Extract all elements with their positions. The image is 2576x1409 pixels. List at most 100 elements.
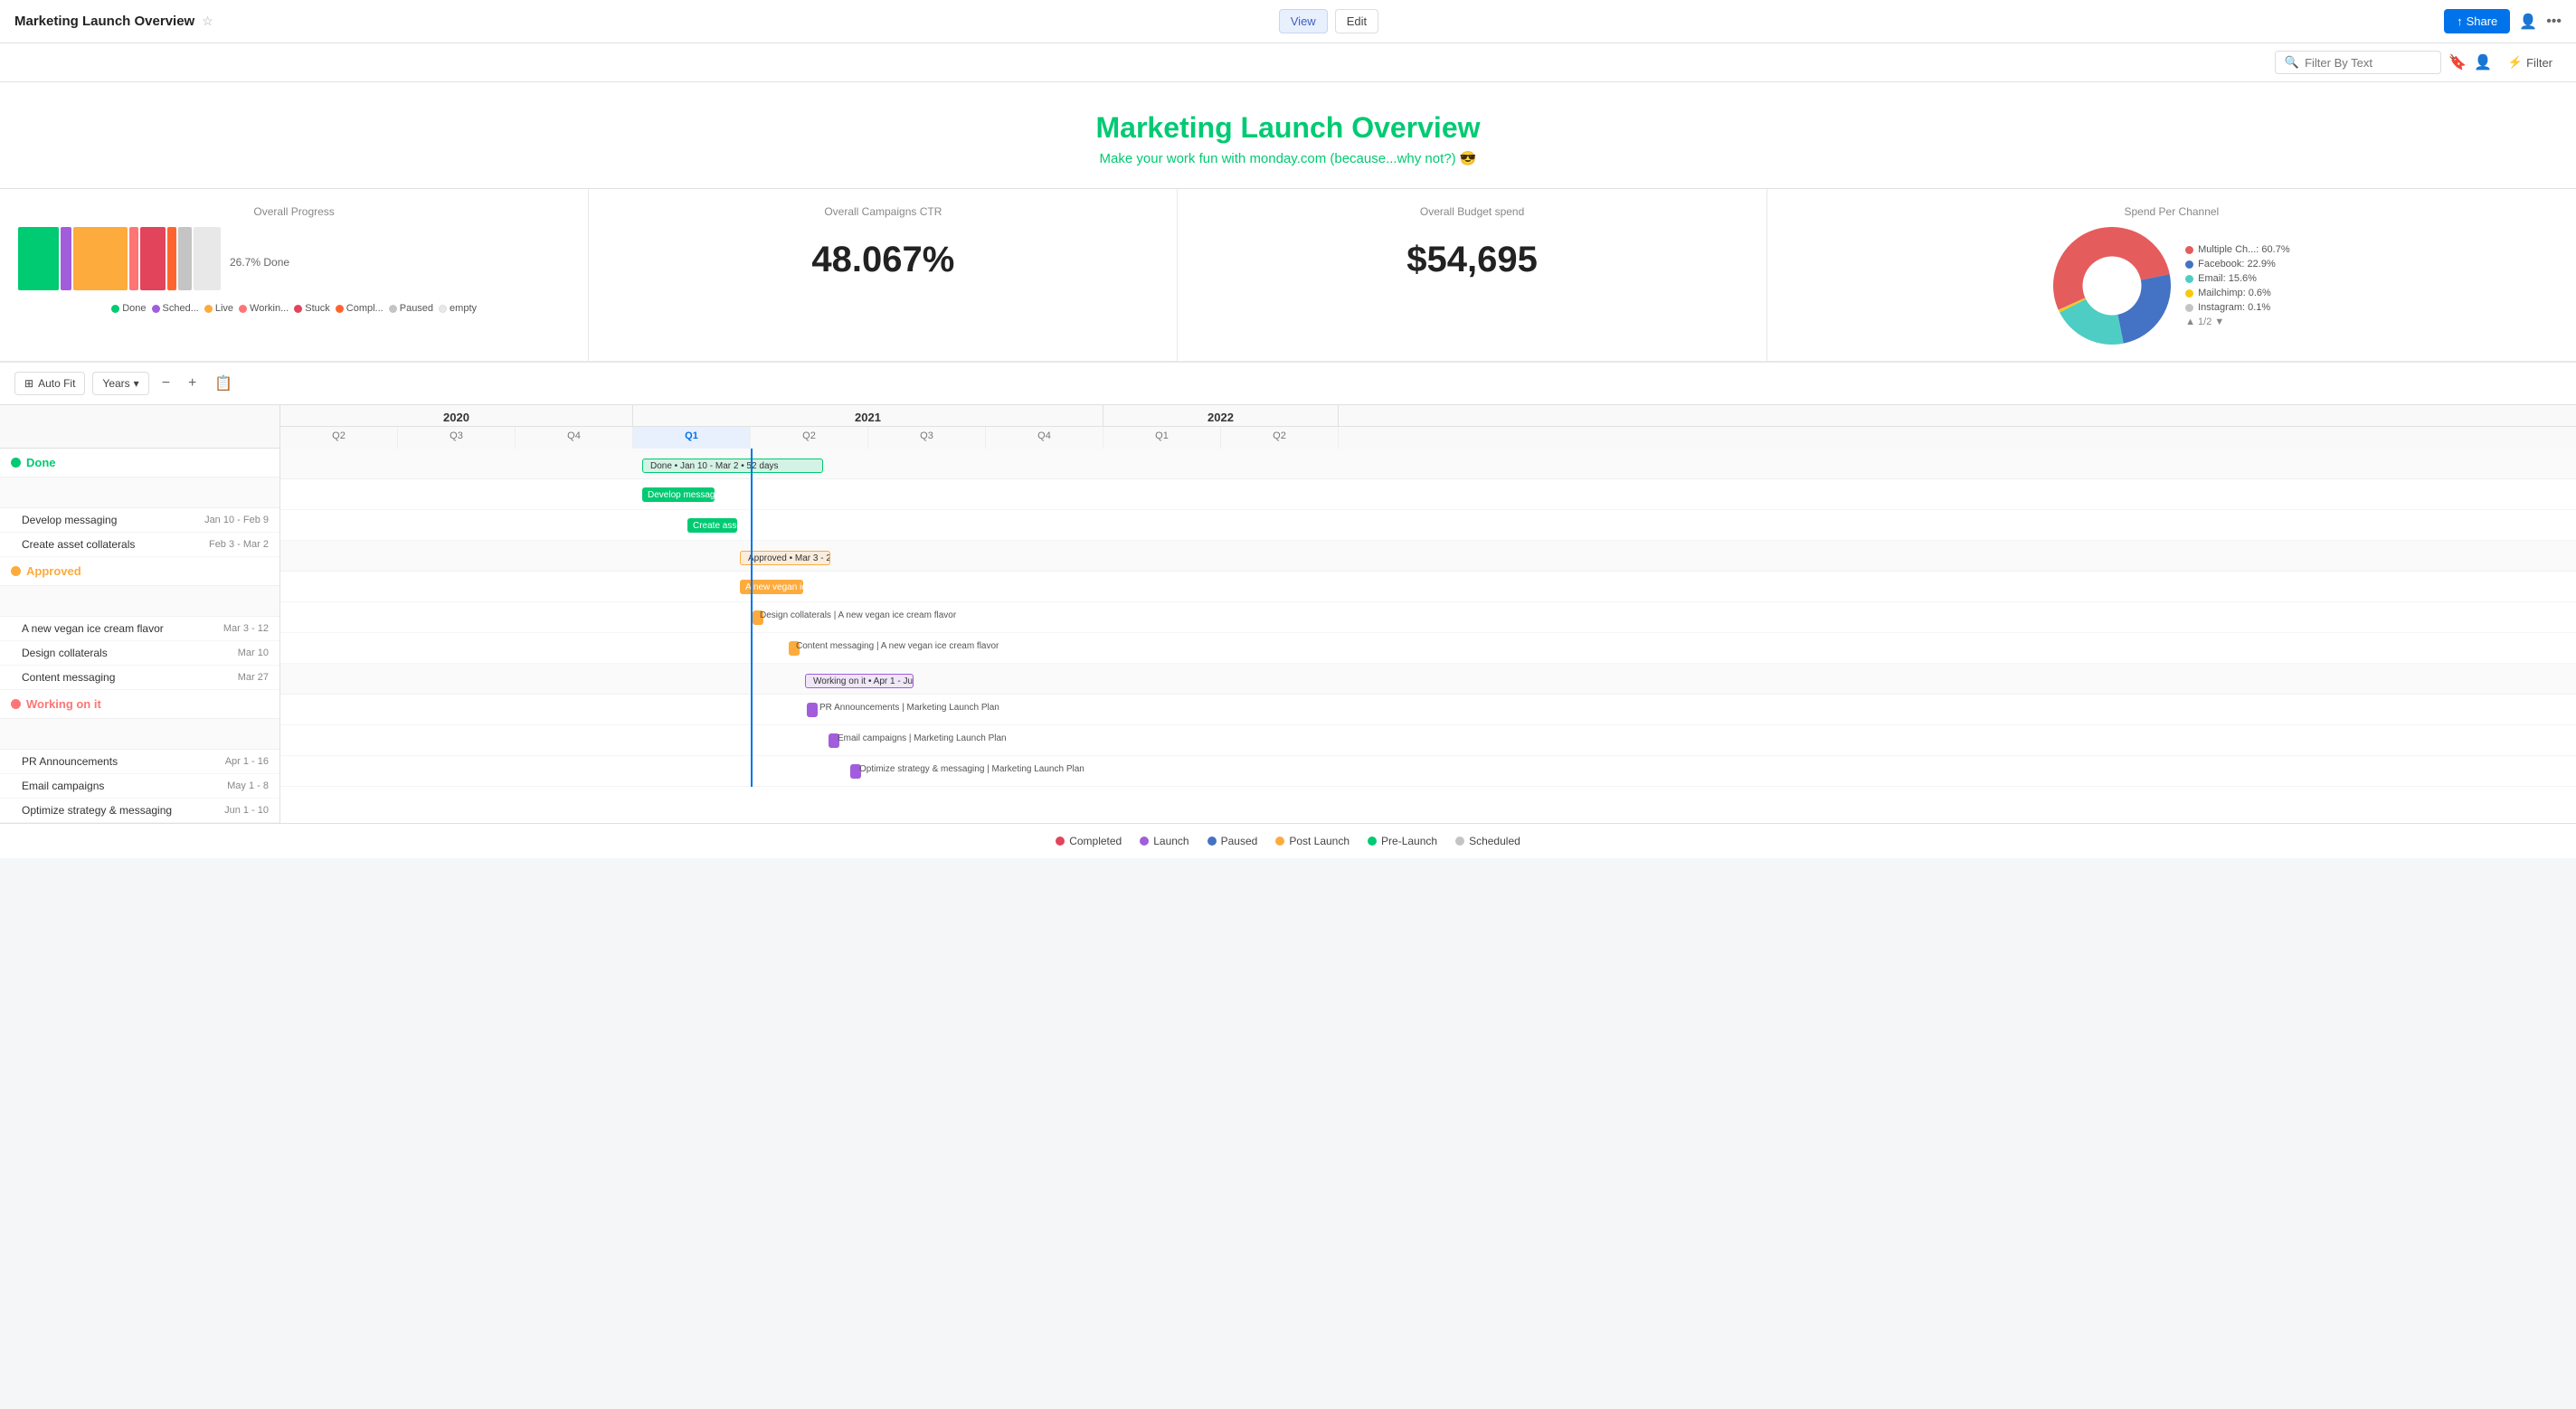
zoom-in-button[interactable]: + — [183, 374, 202, 393]
gantt-row-create-asset: Create asset collaterals Feb 3 - Mar 2 — [0, 533, 279, 557]
legend-multiple-ch: Multiple Ch...: 60.7% — [2185, 244, 2290, 255]
gantt-year-row: 2020 2021 2022 — [280, 405, 2576, 427]
legend-paused: Paused — [389, 303, 433, 314]
search-icon: 🔍 — [2285, 55, 2299, 70]
legend-dot-done — [111, 305, 119, 313]
gantt-group-working: Working on it — [0, 690, 279, 719]
legend-dot-mailchimp — [2185, 289, 2193, 298]
year-2021: 2021 — [633, 405, 1103, 426]
spend-per-channel-widget: Spend Per Channel — [1767, 189, 2576, 361]
pie-legend: Multiple Ch...: 60.7% Facebook: 22.9% Em… — [2185, 244, 2290, 327]
dot-launch — [1140, 837, 1149, 846]
legend-sched: Sched... — [152, 303, 199, 314]
year-2020: 2020 — [280, 405, 633, 426]
top-bar-center: View Edit — [1279, 9, 1378, 33]
dot-post-launch — [1275, 837, 1284, 846]
prog-bar-live — [73, 227, 128, 290]
gantt-row-develop-messaging: Develop messaging Jan 10 - Feb 9 — [0, 508, 279, 533]
bar-label-pr: PR Announcements | Marketing Launch Plan — [819, 703, 999, 713]
autofit-icon: ⊞ — [24, 377, 33, 390]
pie-pagination[interactable]: ▲ 1/2 ▼ — [2185, 317, 2290, 327]
zoom-out-button[interactable]: − — [156, 374, 175, 393]
gantt-left-panel: Done Develop messaging Jan 10 - Feb 9 Cr… — [0, 405, 280, 823]
legend-dot-sched — [152, 305, 160, 313]
q2-2020: Q2 — [280, 427, 398, 449]
edit-button[interactable]: Edit — [1335, 9, 1378, 33]
legend-dot-workin — [239, 305, 247, 313]
legend-workin: Workin... — [239, 303, 289, 314]
legend-facebook: Facebook: 22.9% — [2185, 259, 2290, 270]
share-button[interactable]: ↑ Share — [2444, 9, 2510, 33]
q4-2020: Q4 — [516, 427, 633, 449]
legend-dot-empty — [439, 305, 447, 313]
gantt-toolbar: ⊞ Auto Fit Years ▾ − + 📋 — [0, 363, 2576, 405]
gantt-working-group-row: Working on it • Apr 1 - Jun 10 • 71 days — [280, 664, 2576, 695]
prog-bar-compl — [167, 227, 176, 290]
user-icon[interactable]: 👤 — [2519, 13, 2537, 31]
gantt-bar-develop-messaging: Develop messaging | Marketing Launch Pla… — [280, 479, 2576, 510]
budget-spend-title: Overall Budget spend — [1196, 205, 1747, 218]
years-dropdown[interactable]: Years ▾ — [92, 372, 148, 395]
more-options-icon[interactable]: ••• — [2546, 14, 2562, 30]
widgets-row: Overall Progress 26.7% Done Done Sched..… — [0, 189, 2576, 363]
chevron-down-icon: ▾ — [134, 377, 139, 390]
legend-post-launch: Post Launch — [1275, 835, 1350, 847]
spend-per-channel-title: Spend Per Channel — [1785, 205, 2558, 218]
overall-progress-widget: Overall Progress 26.7% Done Done Sched..… — [0, 189, 589, 361]
gantt-row-optimize-strategy: Optimize strategy & messaging Jun 1 - 10 — [0, 799, 279, 823]
hero-section: Marketing Launch Overview Make your work… — [0, 82, 2576, 189]
legend-email: Email: 15.6% — [2185, 273, 2290, 284]
group-done-label: Done — [26, 456, 56, 469]
label-launch: Launch — [1153, 835, 1189, 847]
legend-dot-instagram — [2185, 304, 2193, 312]
legend-dot-multiple — [2185, 246, 2193, 254]
gantt-left-header — [0, 405, 279, 449]
legend-dot-compl — [336, 305, 344, 313]
label-pre-launch: Pre-Launch — [1381, 835, 1437, 847]
campaigns-ctr-value: 48.067% — [607, 227, 1159, 293]
gantt-quarter-row: Q2 Q3 Q4 Q1 Q2 Q3 Q4 Q1 Q2 — [280, 427, 2576, 449]
view-button[interactable]: View — [1279, 9, 1328, 33]
working-group-bar: Working on it • Apr 1 - Jun 10 • 71 days — [805, 674, 914, 688]
save-filter-icon[interactable]: 🔖 — [2448, 53, 2467, 71]
gantt-row-pr-announcements: PR Announcements Apr 1 - 16 — [0, 750, 279, 774]
export-button[interactable]: 📋 — [209, 373, 238, 394]
legend-dot-stuck — [294, 305, 302, 313]
legend-mailchimp: Mailchimp: 0.6% — [2185, 288, 2290, 298]
year-2022: 2022 — [1103, 405, 1339, 426]
prog-bar-sched — [61, 227, 71, 290]
dot-scheduled — [1455, 837, 1464, 846]
bar-label-optimize: Optimize strategy & messaging | Marketin… — [859, 764, 1084, 774]
legend-paused-bottom: Paused — [1208, 835, 1258, 847]
spend-chart-container: Multiple Ch...: 60.7% Facebook: 22.9% Em… — [1785, 227, 2558, 345]
gantt-row-email-campaigns: Email campaigns May 1 - 8 — [0, 774, 279, 799]
filter-button[interactable]: ⚡ Filter — [2499, 51, 2562, 74]
prog-bar-done — [18, 227, 59, 290]
top-bar-left: Marketing Launch Overview ☆ — [14, 14, 213, 29]
gantt-right-panel: 2020 2021 2022 Q2 Q3 Q4 Q1 Q2 Q3 Q4 Q1 Q… — [280, 405, 2576, 823]
budget-spend-widget: Overall Budget spend $54,695 — [1178, 189, 1766, 361]
filter-icon: ⚡ — [2508, 55, 2523, 70]
q2-2022: Q2 — [1221, 427, 1339, 449]
pie-chart — [2053, 227, 2171, 345]
filter-text-input[interactable] — [2305, 56, 2431, 70]
dot-paused — [1208, 837, 1217, 846]
legend-completed: Completed — [1056, 835, 1122, 847]
user-filter-icon[interactable]: 👤 — [2474, 53, 2492, 71]
q1-2021: Q1 — [633, 427, 751, 449]
legend-launch: Launch — [1140, 835, 1189, 847]
progress-legend: Done Sched... Live Workin... Stuck Compl… — [18, 303, 570, 314]
hero-title: Marketing Launch Overview — [14, 111, 2562, 145]
status-dot-approved — [11, 566, 21, 576]
filter-text-input-wrapper[interactable]: 🔍 — [2275, 51, 2441, 74]
autofit-button[interactable]: ⊞ Auto Fit — [14, 372, 85, 395]
bottom-legend: Completed Launch Paused Post Launch Pre-… — [0, 823, 2576, 858]
q3-2021: Q3 — [868, 427, 986, 449]
q2-2021: Q2 — [751, 427, 868, 449]
q4-2021: Q4 — [986, 427, 1103, 449]
share-icon: ↑ — [2457, 14, 2463, 28]
overall-progress-title: Overall Progress — [18, 205, 570, 218]
favorite-icon[interactable]: ☆ — [202, 14, 213, 29]
campaigns-ctr-title: Overall Campaigns CTR — [607, 205, 1159, 218]
gantt-container: Done Develop messaging Jan 10 - Feb 9 Cr… — [0, 405, 2576, 823]
